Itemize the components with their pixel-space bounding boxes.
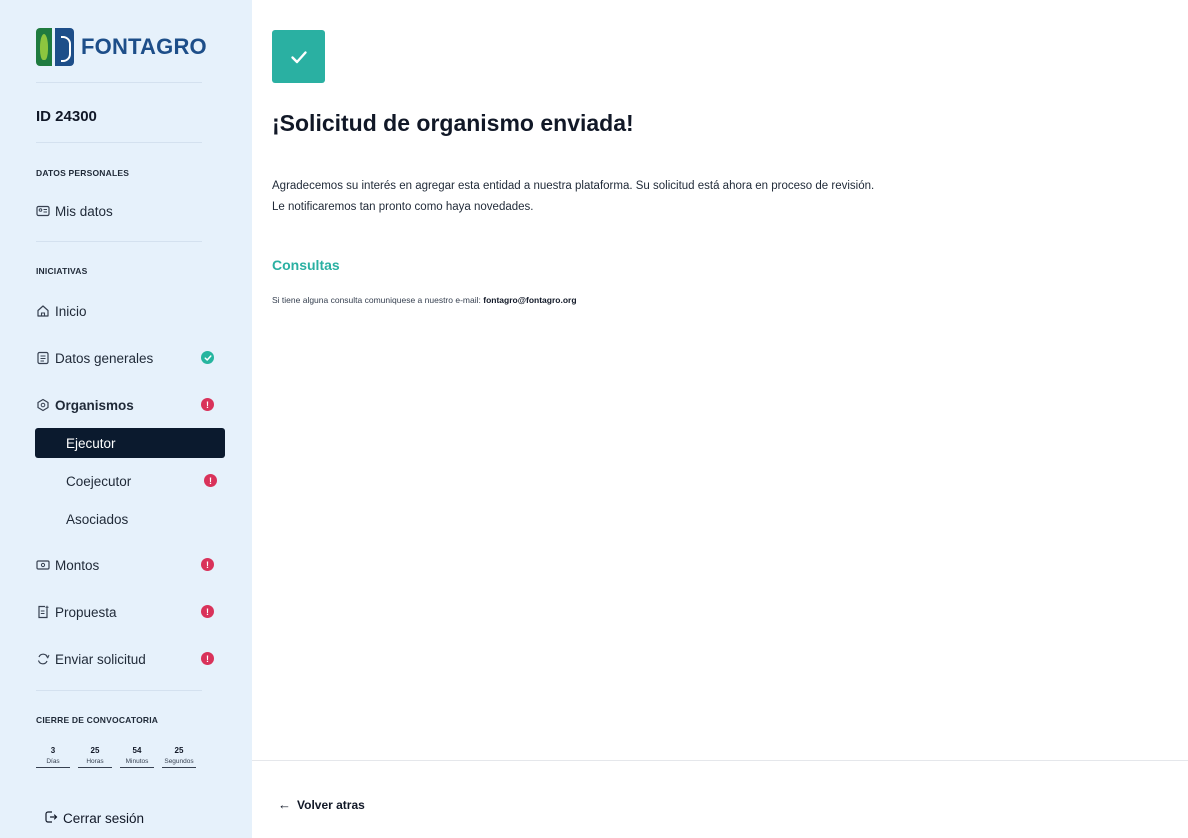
sidebar-item-organismos[interactable]: Organismos ! — [36, 394, 216, 416]
initiative-id: ID 24300 — [36, 108, 97, 125]
sidebar-subitem-ejecutor[interactable]: Ejecutor — [35, 428, 225, 458]
alert-icon: ! — [201, 398, 214, 411]
section-label-initiatives: INICIATIVAS — [36, 266, 88, 276]
id-card-icon — [36, 204, 50, 218]
countdown-value: 54 — [132, 746, 142, 755]
contact-email-link[interactable]: fontagro@fontagro.org — [483, 295, 576, 305]
fontagro-logo-icon — [36, 28, 74, 66]
brand-name: FONTAGRO — [81, 34, 207, 59]
consultas-heading: Consultas — [272, 257, 340, 273]
countdown-value: 25 — [90, 746, 100, 755]
countdown-timer: 3 Días 25 Horas 54 Minutos 25 Segundos — [36, 746, 196, 768]
divider — [36, 690, 202, 691]
countdown-value: 3 — [50, 746, 56, 755]
confirmation-line-2: Le notificaremos tan pronto como haya no… — [272, 201, 534, 213]
sidebar-item-propuesta[interactable]: Propuesta ! — [36, 601, 216, 623]
sidebar-item-label: Propuesta — [55, 604, 117, 620]
document-icon — [36, 351, 50, 365]
divider — [36, 82, 202, 83]
alert-icon: ! — [204, 474, 217, 487]
sidebar-item-datos-generales[interactable]: Datos generales — [36, 347, 216, 369]
sidebar-item-label: Enviar solicitud — [55, 651, 146, 667]
sidebar-item-label: Datos generales — [55, 350, 154, 366]
logout-button[interactable]: Cerrar sesión — [44, 810, 144, 827]
countdown-hours: 25 Horas — [78, 746, 112, 768]
countdown-unit: Días — [36, 758, 70, 768]
divider — [36, 142, 202, 143]
section-label-closing: CIERRE DE CONVOCATORIA — [36, 715, 159, 725]
send-icon — [36, 652, 50, 666]
countdown-days: 3 Días — [36, 746, 70, 768]
consultas-message: Si tiene alguna consulta comuniquese a n… — [272, 295, 481, 305]
countdown-unit: Minutos — [120, 758, 154, 768]
countdown-value: 25 — [174, 746, 184, 755]
confirmation-line-1: Agradecemos su interés en agregar esta e… — [272, 180, 875, 192]
alert-icon: ! — [201, 605, 214, 618]
sidebar-item-inicio[interactable]: Inicio — [36, 300, 216, 322]
sidebar-subitem-label: Ejecutor — [66, 435, 116, 451]
countdown-unit: Horas — [78, 758, 112, 768]
sidebar: FONTAGRO ID 24300 DATOS PERSONALES Mis d… — [0, 0, 252, 838]
back-label: Volver atras — [297, 797, 365, 812]
sidebar-item-label: Inicio — [55, 303, 87, 319]
fontagro-logo[interactable]: FONTAGRO — [36, 28, 207, 66]
confirmation-message: Agradecemos su interés en agregar esta e… — [272, 176, 874, 218]
page-title: ¡Solicitud de organismo enviada! — [272, 110, 634, 136]
sidebar-item-label: Montos — [55, 557, 100, 573]
money-icon — [36, 558, 50, 572]
sidebar-item-enviar-solicitud[interactable]: Enviar solicitud ! — [36, 648, 216, 670]
countdown-minutes: 54 Minutos — [120, 746, 154, 768]
countdown-unit: Segundos — [162, 758, 196, 768]
consultas-text: Si tiene alguna consulta comuniquese a n… — [272, 295, 577, 305]
back-button[interactable]: ← Volver atras — [278, 797, 365, 812]
alert-icon: ! — [201, 558, 214, 571]
sidebar-item-mis-datos[interactable]: Mis datos — [36, 200, 216, 222]
sidebar-item-label: Organismos — [55, 397, 134, 413]
sidebar-subitem-label: Asociados — [66, 511, 129, 527]
proposal-document-icon — [36, 605, 50, 619]
sidebar-subitem-label: Coejecutor — [66, 473, 132, 489]
home-icon — [36, 304, 50, 318]
arrow-left-icon: ← — [278, 797, 291, 812]
section-label-personal: DATOS PERSONALES — [36, 168, 130, 178]
sidebar-subitem-asociados[interactable]: Asociados — [35, 504, 225, 534]
footer-divider — [252, 760, 1188, 761]
app: FONTAGRO ID 24300 DATOS PERSONALES Mis d… — [0, 0, 1188, 838]
sidebar-subitem-coejecutor[interactable]: Coejecutor ! — [35, 466, 225, 496]
organization-icon — [36, 398, 50, 412]
divider — [36, 241, 202, 242]
logout-label: Cerrar sesión — [63, 811, 145, 826]
success-check-icon — [272, 30, 325, 83]
countdown-seconds: 25 Segundos — [162, 746, 196, 768]
logout-icon — [44, 810, 58, 827]
sidebar-item-label: Mis datos — [55, 203, 113, 219]
alert-icon: ! — [201, 652, 214, 665]
main-content: ¡Solicitud de organismo enviada! Agradec… — [252, 0, 1188, 838]
sidebar-item-montos[interactable]: Montos ! — [36, 554, 216, 576]
check-icon — [201, 351, 214, 364]
